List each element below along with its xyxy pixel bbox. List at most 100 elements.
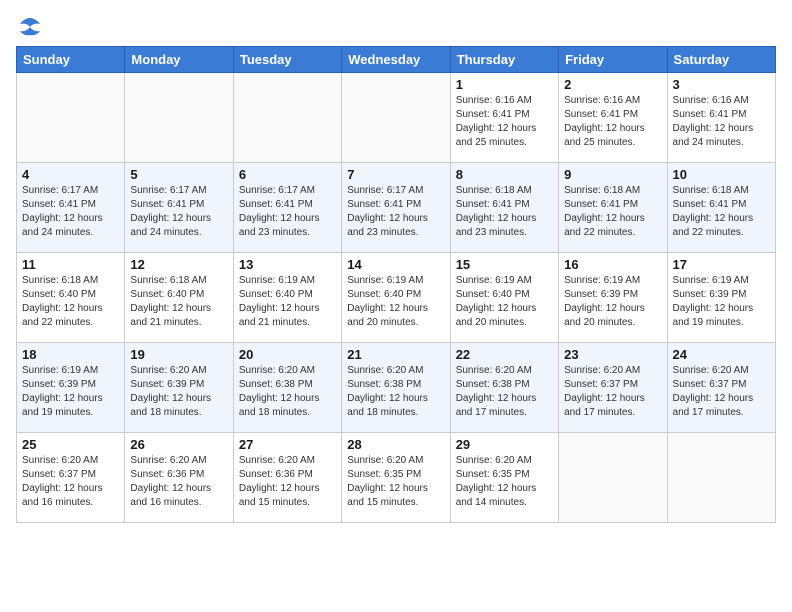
- day-number: 28: [347, 437, 444, 452]
- day-number: 27: [239, 437, 336, 452]
- day-number: 10: [673, 167, 770, 182]
- calendar-cell: [559, 433, 667, 523]
- calendar-week-3: 11 Sunrise: 6:18 AM Sunset: 6:40 PM Dayli…: [17, 253, 776, 343]
- day-number: 11: [22, 257, 119, 272]
- cell-info: Sunrise: 6:19 AM Sunset: 6:40 PM Dayligh…: [347, 274, 444, 330]
- calendar-body: 1 Sunrise: 6:16 AM Sunset: 6:41 PM Daylig…: [17, 73, 776, 523]
- day-number: 19: [130, 347, 227, 362]
- calendar-cell: 22 Sunrise: 6:20 AM Sunset: 6:38 PM Dayli…: [450, 343, 558, 433]
- cell-info: Sunrise: 6:20 AM Sunset: 6:37 PM Dayligh…: [564, 364, 661, 420]
- calendar-cell: 5 Sunrise: 6:17 AM Sunset: 6:41 PM Daylig…: [125, 163, 233, 253]
- calendar-cell: [125, 73, 233, 163]
- day-number: 1: [456, 77, 553, 92]
- cell-info: Sunrise: 6:19 AM Sunset: 6:39 PM Dayligh…: [564, 274, 661, 330]
- cell-info: Sunrise: 6:20 AM Sunset: 6:35 PM Dayligh…: [456, 454, 553, 510]
- day-header-tuesday: Tuesday: [233, 47, 341, 73]
- cell-info: Sunrise: 6:17 AM Sunset: 6:41 PM Dayligh…: [130, 184, 227, 240]
- cell-info: Sunrise: 6:16 AM Sunset: 6:41 PM Dayligh…: [456, 94, 553, 150]
- calendar-cell: 15 Sunrise: 6:19 AM Sunset: 6:40 PM Dayli…: [450, 253, 558, 343]
- day-header-monday: Monday: [125, 47, 233, 73]
- day-number: 14: [347, 257, 444, 272]
- cell-info: Sunrise: 6:20 AM Sunset: 6:36 PM Dayligh…: [130, 454, 227, 510]
- day-number: 2: [564, 77, 661, 92]
- cell-info: Sunrise: 6:18 AM Sunset: 6:40 PM Dayligh…: [22, 274, 119, 330]
- day-number: 17: [673, 257, 770, 272]
- calendar-cell: 6 Sunrise: 6:17 AM Sunset: 6:41 PM Daylig…: [233, 163, 341, 253]
- page-header: [16, 16, 776, 38]
- day-number: 5: [130, 167, 227, 182]
- calendar-cell: 4 Sunrise: 6:17 AM Sunset: 6:41 PM Daylig…: [17, 163, 125, 253]
- calendar-cell: 27 Sunrise: 6:20 AM Sunset: 6:36 PM Dayli…: [233, 433, 341, 523]
- calendar-week-2: 4 Sunrise: 6:17 AM Sunset: 6:41 PM Daylig…: [17, 163, 776, 253]
- day-number: 13: [239, 257, 336, 272]
- calendar-header: SundayMondayTuesdayWednesdayThursdayFrid…: [17, 47, 776, 73]
- calendar-cell: 13 Sunrise: 6:19 AM Sunset: 6:40 PM Dayli…: [233, 253, 341, 343]
- logo-icon: [16, 16, 44, 38]
- day-number: 4: [22, 167, 119, 182]
- day-number: 6: [239, 167, 336, 182]
- calendar-cell: [17, 73, 125, 163]
- calendar-cell: 2 Sunrise: 6:16 AM Sunset: 6:41 PM Daylig…: [559, 73, 667, 163]
- calendar-week-4: 18 Sunrise: 6:19 AM Sunset: 6:39 PM Dayli…: [17, 343, 776, 433]
- cell-info: Sunrise: 6:18 AM Sunset: 6:41 PM Dayligh…: [456, 184, 553, 240]
- cell-info: Sunrise: 6:20 AM Sunset: 6:38 PM Dayligh…: [456, 364, 553, 420]
- cell-info: Sunrise: 6:18 AM Sunset: 6:40 PM Dayligh…: [130, 274, 227, 330]
- day-number: 15: [456, 257, 553, 272]
- logo: [16, 16, 48, 38]
- cell-info: Sunrise: 6:17 AM Sunset: 6:41 PM Dayligh…: [239, 184, 336, 240]
- day-header-thursday: Thursday: [450, 47, 558, 73]
- cell-info: Sunrise: 6:19 AM Sunset: 6:39 PM Dayligh…: [673, 274, 770, 330]
- cell-info: Sunrise: 6:19 AM Sunset: 6:40 PM Dayligh…: [239, 274, 336, 330]
- day-number: 26: [130, 437, 227, 452]
- day-header-sunday: Sunday: [17, 47, 125, 73]
- calendar-table: SundayMondayTuesdayWednesdayThursdayFrid…: [16, 46, 776, 523]
- calendar-cell: 12 Sunrise: 6:18 AM Sunset: 6:40 PM Dayli…: [125, 253, 233, 343]
- cell-info: Sunrise: 6:20 AM Sunset: 6:35 PM Dayligh…: [347, 454, 444, 510]
- header-row: SundayMondayTuesdayWednesdayThursdayFrid…: [17, 47, 776, 73]
- calendar-cell: [667, 433, 775, 523]
- cell-info: Sunrise: 6:16 AM Sunset: 6:41 PM Dayligh…: [673, 94, 770, 150]
- day-header-saturday: Saturday: [667, 47, 775, 73]
- calendar-cell: [342, 73, 450, 163]
- day-number: 21: [347, 347, 444, 362]
- cell-info: Sunrise: 6:18 AM Sunset: 6:41 PM Dayligh…: [564, 184, 661, 240]
- day-number: 3: [673, 77, 770, 92]
- day-number: 20: [239, 347, 336, 362]
- day-number: 16: [564, 257, 661, 272]
- calendar-cell: 24 Sunrise: 6:20 AM Sunset: 6:37 PM Dayli…: [667, 343, 775, 433]
- cell-info: Sunrise: 6:19 AM Sunset: 6:40 PM Dayligh…: [456, 274, 553, 330]
- calendar-cell: 11 Sunrise: 6:18 AM Sunset: 6:40 PM Dayli…: [17, 253, 125, 343]
- day-number: 7: [347, 167, 444, 182]
- calendar-cell: 1 Sunrise: 6:16 AM Sunset: 6:41 PM Daylig…: [450, 73, 558, 163]
- cell-info: Sunrise: 6:20 AM Sunset: 6:37 PM Dayligh…: [673, 364, 770, 420]
- calendar-cell: 25 Sunrise: 6:20 AM Sunset: 6:37 PM Dayli…: [17, 433, 125, 523]
- calendar-cell: 9 Sunrise: 6:18 AM Sunset: 6:41 PM Daylig…: [559, 163, 667, 253]
- day-number: 8: [456, 167, 553, 182]
- cell-info: Sunrise: 6:20 AM Sunset: 6:38 PM Dayligh…: [347, 364, 444, 420]
- calendar-cell: 20 Sunrise: 6:20 AM Sunset: 6:38 PM Dayli…: [233, 343, 341, 433]
- calendar-week-5: 25 Sunrise: 6:20 AM Sunset: 6:37 PM Dayli…: [17, 433, 776, 523]
- cell-info: Sunrise: 6:16 AM Sunset: 6:41 PM Dayligh…: [564, 94, 661, 150]
- cell-info: Sunrise: 6:20 AM Sunset: 6:37 PM Dayligh…: [22, 454, 119, 510]
- calendar-cell: 21 Sunrise: 6:20 AM Sunset: 6:38 PM Dayli…: [342, 343, 450, 433]
- day-number: 22: [456, 347, 553, 362]
- cell-info: Sunrise: 6:17 AM Sunset: 6:41 PM Dayligh…: [347, 184, 444, 240]
- day-number: 9: [564, 167, 661, 182]
- calendar-cell: 10 Sunrise: 6:18 AM Sunset: 6:41 PM Dayli…: [667, 163, 775, 253]
- cell-info: Sunrise: 6:18 AM Sunset: 6:41 PM Dayligh…: [673, 184, 770, 240]
- calendar-cell: 28 Sunrise: 6:20 AM Sunset: 6:35 PM Dayli…: [342, 433, 450, 523]
- day-number: 18: [22, 347, 119, 362]
- cell-info: Sunrise: 6:19 AM Sunset: 6:39 PM Dayligh…: [22, 364, 119, 420]
- cell-info: Sunrise: 6:20 AM Sunset: 6:39 PM Dayligh…: [130, 364, 227, 420]
- calendar-cell: 3 Sunrise: 6:16 AM Sunset: 6:41 PM Daylig…: [667, 73, 775, 163]
- calendar-cell: 18 Sunrise: 6:19 AM Sunset: 6:39 PM Dayli…: [17, 343, 125, 433]
- day-number: 24: [673, 347, 770, 362]
- cell-info: Sunrise: 6:20 AM Sunset: 6:38 PM Dayligh…: [239, 364, 336, 420]
- day-number: 29: [456, 437, 553, 452]
- cell-info: Sunrise: 6:20 AM Sunset: 6:36 PM Dayligh…: [239, 454, 336, 510]
- calendar-cell: [233, 73, 341, 163]
- day-number: 12: [130, 257, 227, 272]
- cell-info: Sunrise: 6:17 AM Sunset: 6:41 PM Dayligh…: [22, 184, 119, 240]
- calendar-cell: 8 Sunrise: 6:18 AM Sunset: 6:41 PM Daylig…: [450, 163, 558, 253]
- day-number: 25: [22, 437, 119, 452]
